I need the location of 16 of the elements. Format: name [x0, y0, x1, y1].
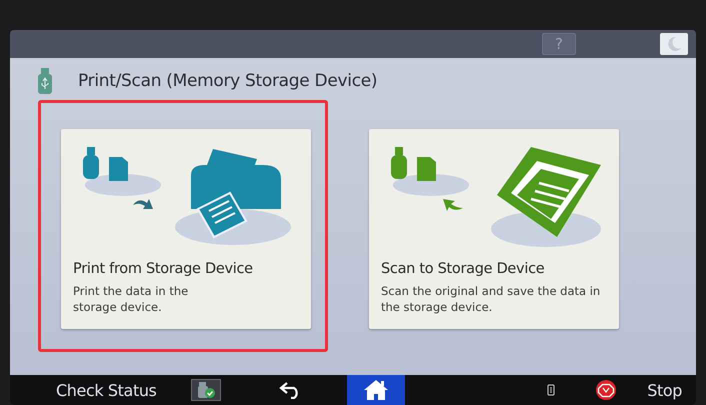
device-status-button[interactable]	[190, 379, 220, 401]
card-title: Scan to Storage Device	[381, 261, 546, 277]
card-title: Print from Storage Device	[73, 261, 254, 277]
stop-button[interactable]: Stop	[647, 380, 682, 400]
memory-icon	[547, 384, 556, 396]
usb-drive-icon	[38, 68, 52, 94]
stop-icon	[595, 379, 618, 401]
function-card[interactable]: Print from Storage Device Print the data in the storage device.	[61, 129, 311, 329]
function-card[interactable]: Scan to Storage Device Scan the original and save the data in the storage device.	[369, 129, 619, 329]
check-status-button[interactable]: Check Status	[56, 380, 156, 400]
card-description: Print the data in the storage device.	[73, 283, 190, 315]
home-button[interactable]	[346, 375, 404, 405]
moon-icon	[666, 36, 682, 52]
home-icon	[362, 379, 388, 401]
card-description: Scan the original and save the data in the storage device.	[381, 283, 602, 315]
screen-title: Print/Scan (Memory Storage Device)	[78, 71, 378, 91]
